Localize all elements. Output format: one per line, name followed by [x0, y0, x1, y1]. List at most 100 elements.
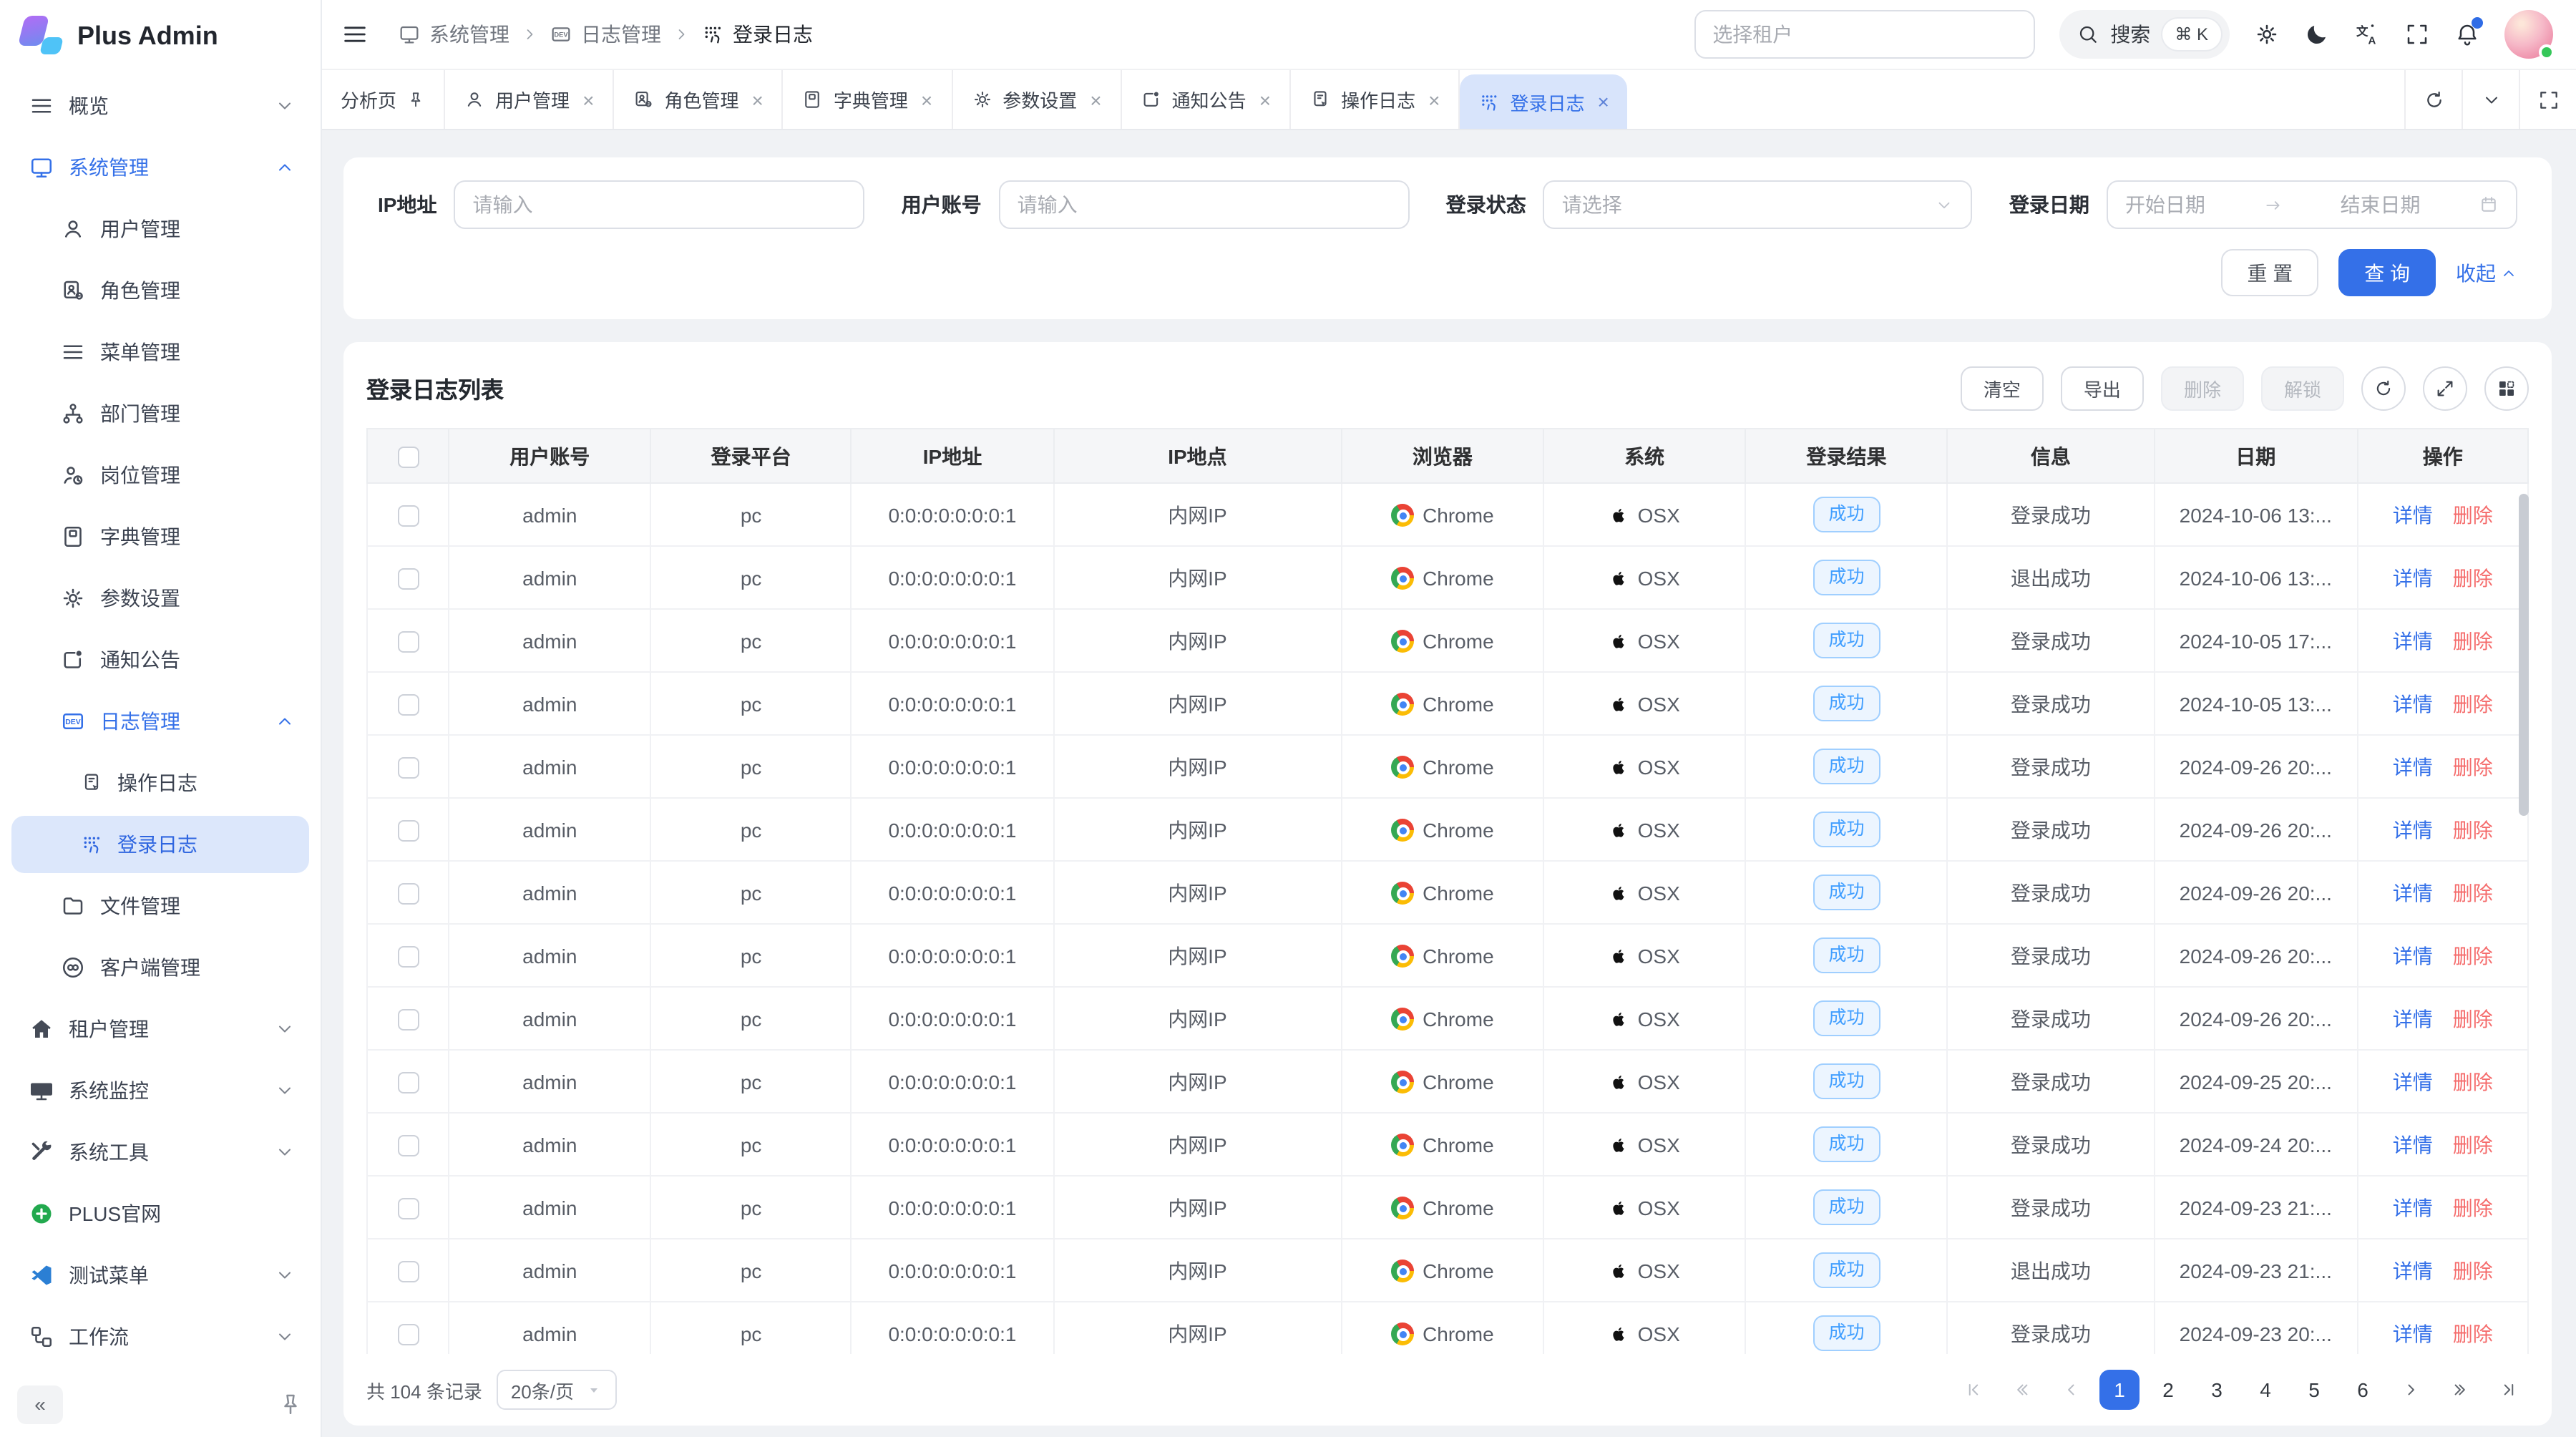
- row-checkbox[interactable]: [397, 757, 419, 779]
- sidebar-item-param-settings[interactable]: 参数设置: [11, 570, 309, 627]
- breadcrumb-item-log-mgmt[interactable]: DEV日志管理: [550, 20, 661, 49]
- delete-link[interactable]: 删除: [2453, 881, 2493, 904]
- tab-close-icon[interactable]: ×: [1259, 89, 1271, 109]
- export-button[interactable]: 导出: [2061, 366, 2144, 410]
- detail-link[interactable]: 详情: [2393, 1070, 2433, 1093]
- tab-close-icon[interactable]: ×: [921, 89, 932, 109]
- account-input[interactable]: 请输入: [999, 180, 1410, 229]
- date-range-picker[interactable]: 开始日期 结束日期: [2107, 180, 2517, 229]
- unlock-button[interactable]: 解锁: [2261, 366, 2344, 410]
- avatar[interactable]: [2504, 10, 2553, 59]
- page-first-button[interactable]: [1953, 1370, 1994, 1410]
- detail-link[interactable]: 详情: [2393, 629, 2433, 652]
- row-checkbox[interactable]: [397, 946, 419, 968]
- page-1-button[interactable]: 1: [2099, 1370, 2140, 1410]
- column-settings-button[interactable]: [2484, 366, 2529, 410]
- page-5-button[interactable]: 5: [2294, 1370, 2334, 1410]
- tab-notice[interactable]: 通知公告×: [1122, 70, 1291, 129]
- sidebar-item-dept-mgmt[interactable]: 部门管理: [11, 385, 309, 442]
- delete-link[interactable]: 删除: [2453, 944, 2493, 967]
- page-next-button[interactable]: [2391, 1370, 2431, 1410]
- sidebar-pin-icon[interactable]: [278, 1391, 303, 1417]
- detail-link[interactable]: 详情: [2393, 503, 2433, 526]
- content-fullscreen-button[interactable]: [2519, 70, 2576, 129]
- select-all-checkbox[interactable]: [397, 447, 419, 468]
- tab-close-icon[interactable]: ×: [582, 89, 594, 109]
- tab-param-settings[interactable]: 参数设置×: [952, 70, 1121, 129]
- delete-link[interactable]: 删除: [2453, 818, 2493, 841]
- tab-login-log[interactable]: 登录日志×: [1460, 74, 1627, 129]
- row-checkbox[interactable]: [397, 505, 419, 527]
- page-prev5-button[interactable]: [2002, 1370, 2042, 1410]
- sidebar-item-overview[interactable]: 概览: [11, 77, 309, 135]
- table-refresh-button[interactable]: [2361, 366, 2406, 410]
- sidebar-item-system-tools[interactable]: 系统工具: [11, 1124, 309, 1181]
- delete-link[interactable]: 删除: [2453, 1322, 2493, 1345]
- page-size-select[interactable]: 20条/页: [497, 1370, 617, 1410]
- delete-link[interactable]: 删除: [2453, 692, 2493, 715]
- global-search[interactable]: 搜索 ⌘ K: [2059, 10, 2230, 59]
- detail-link[interactable]: 详情: [2393, 818, 2433, 841]
- sidebar-item-file-mgmt[interactable]: 文件管理: [11, 877, 309, 935]
- row-checkbox[interactable]: [397, 631, 419, 653]
- sidebar-item-test-menu[interactable]: 测试菜单: [11, 1247, 309, 1304]
- row-checkbox[interactable]: [397, 1135, 419, 1156]
- menu-toggle-icon[interactable]: [341, 20, 369, 49]
- delete-link[interactable]: 删除: [2453, 566, 2493, 589]
- sidebar-item-operation-log[interactable]: 操作日志: [11, 754, 309, 812]
- breadcrumb-item-login-log[interactable]: 登录日志: [701, 20, 813, 49]
- status-select[interactable]: 请选择: [1543, 180, 1973, 229]
- row-checkbox[interactable]: [397, 1198, 419, 1219]
- tab-role-mgmt[interactable]: 角色管理×: [614, 70, 783, 129]
- delete-button[interactable]: 删除: [2161, 366, 2244, 410]
- tab-close-icon[interactable]: ×: [751, 89, 763, 109]
- sidebar-item-post-mgmt[interactable]: 岗位管理: [11, 447, 309, 504]
- tab-close-icon[interactable]: ×: [1090, 89, 1101, 109]
- tab-dict-mgmt[interactable]: 字典管理×: [784, 70, 952, 129]
- sidebar-item-plus-site[interactable]: PLUS官网: [11, 1185, 309, 1242]
- tab-close-icon[interactable]: ×: [1428, 89, 1440, 109]
- dark-mode-moon-icon[interactable]: [2304, 21, 2330, 47]
- row-checkbox[interactable]: [397, 568, 419, 590]
- detail-link[interactable]: 详情: [2393, 566, 2433, 589]
- notifications-bell-icon[interactable]: [2454, 21, 2480, 47]
- page-6-button[interactable]: 6: [2343, 1370, 2383, 1410]
- sidebar-item-system-monitor[interactable]: 系统监控: [11, 1062, 309, 1119]
- detail-link[interactable]: 详情: [2393, 755, 2433, 778]
- delete-link[interactable]: 删除: [2453, 503, 2493, 526]
- sidebar-item-user-mgmt[interactable]: 用户管理: [11, 200, 309, 258]
- sidebar-item-tenant-mgmt[interactable]: 租户管理: [11, 1000, 309, 1058]
- page-last-button[interactable]: [2489, 1370, 2529, 1410]
- detail-link[interactable]: 详情: [2393, 944, 2433, 967]
- delete-link[interactable]: 删除: [2453, 1070, 2493, 1093]
- page-3-button[interactable]: 3: [2197, 1370, 2237, 1410]
- sidebar-item-dict-mgmt[interactable]: 字典管理: [11, 508, 309, 565]
- sidebar-item-login-log[interactable]: 登录日志: [11, 816, 309, 873]
- detail-link[interactable]: 详情: [2393, 692, 2433, 715]
- row-checkbox[interactable]: [397, 1009, 419, 1031]
- ip-input[interactable]: 请输入: [454, 180, 864, 229]
- table-fullscreen-button[interactable]: [2423, 366, 2467, 410]
- collapse-filters-link[interactable]: 收起: [2456, 258, 2517, 287]
- row-checkbox[interactable]: [397, 1261, 419, 1282]
- detail-link[interactable]: 详情: [2393, 1322, 2433, 1345]
- tabs-more-button[interactable]: [2462, 70, 2519, 129]
- fullscreen-icon[interactable]: [2404, 21, 2430, 47]
- delete-link[interactable]: 删除: [2453, 1196, 2493, 1219]
- sidebar-item-menu-mgmt[interactable]: 菜单管理: [11, 323, 309, 381]
- detail-link[interactable]: 详情: [2393, 1007, 2433, 1030]
- clear-button[interactable]: 清空: [1961, 366, 2044, 410]
- detail-link[interactable]: 详情: [2393, 1196, 2433, 1219]
- tab-close-icon[interactable]: ×: [1598, 92, 1609, 112]
- tabs-refresh-button[interactable]: [2404, 70, 2462, 129]
- delete-link[interactable]: 删除: [2453, 1133, 2493, 1156]
- sidebar-item-workflow[interactable]: 工作流: [11, 1308, 309, 1365]
- page-prev-button[interactable]: [2051, 1370, 2091, 1410]
- settings-gear-icon[interactable]: [2254, 21, 2280, 47]
- page-4-button[interactable]: 4: [2245, 1370, 2285, 1410]
- sidebar-item-client-mgmt[interactable]: 客户端管理: [11, 939, 309, 996]
- delete-link[interactable]: 删除: [2453, 1259, 2493, 1282]
- breadcrumb-item-system-mgmt[interactable]: 系统管理: [398, 20, 509, 49]
- tenant-select[interactable]: 选择租户: [1694, 10, 2034, 59]
- sidebar-item-role-mgmt[interactable]: 角色管理: [11, 262, 309, 319]
